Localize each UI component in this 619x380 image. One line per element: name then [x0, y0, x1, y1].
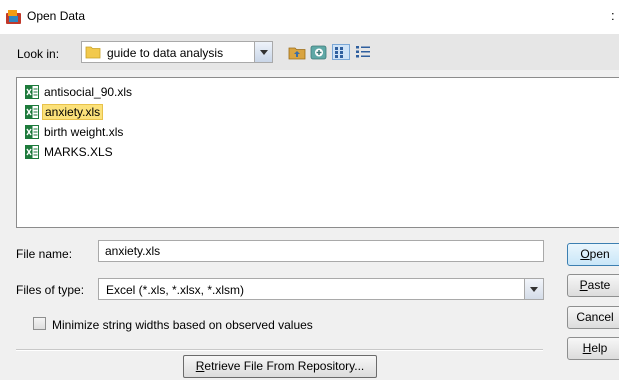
look-in-label-text: Look in: [17, 47, 60, 61]
retrieve-label-rest: etrieve File From Repository... [204, 359, 365, 373]
files-of-type-label: Files of type: [16, 283, 85, 297]
open-mnemonic: O [580, 247, 590, 261]
file-name-input[interactable] [99, 241, 543, 261]
minimize-string-widths-label[interactable]: Minimize string widths based on observed… [52, 318, 313, 332]
chevron-down-icon[interactable] [524, 279, 543, 299]
excel-file-icon [25, 145, 39, 159]
minimize-string-widths-checkbox[interactable] [33, 317, 46, 330]
excel-file-icon [25, 105, 39, 119]
paste-mnemonic: P [579, 278, 588, 292]
paste-label-rest: aste [587, 278, 611, 292]
divider [16, 349, 543, 351]
open-button[interactable]: Open [567, 243, 619, 266]
file-list[interactable]: antisocial_90.xls anxiety.xls birth weig… [16, 77, 619, 228]
open-label-rest: pen [589, 247, 610, 261]
window-title: Open Data [27, 9, 86, 23]
file-name-label: File name: [16, 247, 73, 261]
file-name-label: antisocial_90.xls [44, 85, 133, 99]
close-icon[interactable]: : [611, 8, 615, 23]
file-name-label: anxiety.xls [42, 104, 104, 120]
look-in-dropdown[interactable]: guide to data analysis [81, 41, 273, 63]
retrieve-from-repository-button[interactable]: Retrieve File From Repository... [183, 355, 377, 378]
list-view-icon[interactable] [332, 44, 350, 60]
look-in-label: Look in: [17, 47, 59, 61]
files-of-type-dropdown[interactable]: Excel (*.xls, *.xlsx, *.xlsm) [98, 278, 544, 300]
up-folder-icon[interactable] [288, 44, 306, 60]
chevron-down-icon[interactable] [254, 42, 272, 62]
folder-icon [85, 46, 101, 59]
cancel-button[interactable]: Cancel [567, 306, 619, 329]
create-new-folder-icon[interactable] [310, 44, 328, 60]
title-bar: Open Data : [0, 0, 619, 34]
details-view-icon[interactable] [354, 44, 372, 60]
help-label-rest: elp [591, 341, 608, 355]
files-of-type-value: Excel (*.xls, *.xlsx, *.xlsm) [106, 283, 245, 297]
look-in-value: guide to data analysis [107, 46, 224, 60]
spss-app-icon [6, 10, 21, 24]
excel-file-icon [25, 125, 39, 139]
file-name-field[interactable] [98, 240, 544, 262]
file-name-label: birth weight.xls [44, 125, 124, 139]
look-in-toolbar: Look in: guide to data analysis [0, 34, 619, 70]
help-button[interactable]: Help [567, 337, 619, 360]
cancel-label: Cancel [576, 310, 614, 324]
paste-button[interactable]: Paste [567, 274, 619, 297]
excel-file-icon [25, 85, 39, 99]
file-name-label: MARKS.XLS [44, 145, 113, 159]
